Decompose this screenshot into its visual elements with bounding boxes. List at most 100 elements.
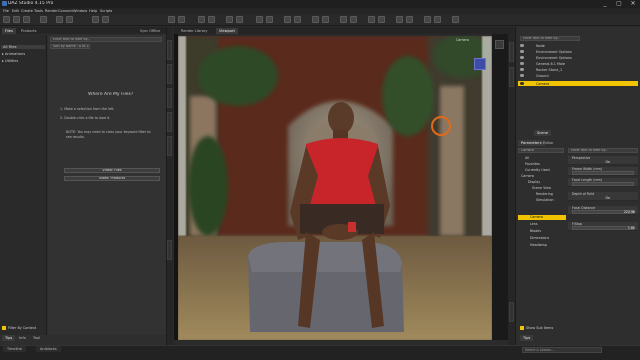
- side-tab-2[interactable]: [167, 64, 172, 84]
- eye-icon[interactable]: [520, 44, 524, 47]
- render-settings-icon[interactable]: [92, 16, 99, 23]
- bone-tool-icon[interactable]: [424, 16, 431, 23]
- group-currently-used[interactable]: Currently Used: [518, 168, 566, 173]
- group-camera[interactable]: Camera: [518, 215, 566, 220]
- tab-tips-right[interactable]: Tips: [520, 335, 534, 341]
- prop-focal-length[interactable]: Focal Length (mm): [568, 178, 638, 187]
- menu-help[interactable]: Help: [89, 9, 97, 13]
- files-search-input[interactable]: Enter text to filter by...: [50, 37, 162, 42]
- tab-viewport[interactable]: Viewport: [216, 28, 238, 34]
- pose-tool-icon[interactable]: [350, 16, 357, 23]
- group-camera-root[interactable]: Camera: [518, 174, 566, 179]
- prop-slider[interactable]: [572, 171, 634, 175]
- geometry-editor-icon[interactable]: [266, 16, 273, 23]
- group-scene-view[interactable]: Scene View: [518, 186, 566, 191]
- scene-row[interactable]: Genesis 8.1 Male: [518, 61, 638, 66]
- snap-tool-icon[interactable]: [452, 16, 459, 23]
- side-tab-3[interactable]: [167, 88, 172, 108]
- eye-icon[interactable]: [520, 62, 524, 65]
- null-tool-icon[interactable]: [396, 16, 403, 23]
- spot-tool-icon[interactable]: [434, 16, 441, 23]
- side-tab-4[interactable]: [167, 112, 172, 132]
- joint-editor-icon[interactable]: [284, 16, 291, 23]
- group-lens[interactable]: Lens: [518, 222, 566, 227]
- prop-fstop[interactable]: F/Stop 1.60: [568, 222, 638, 231]
- render-icon[interactable]: [102, 16, 109, 23]
- tab-aniblocks[interactable]: Aniblocks: [36, 346, 61, 352]
- light-tool-icon[interactable]: [378, 16, 385, 23]
- eye-icon[interactable]: [520, 68, 524, 71]
- prop-slider[interactable]: [572, 182, 634, 186]
- group-all[interactable]: All: [518, 156, 566, 161]
- tab-tips[interactable]: Tips: [2, 335, 16, 341]
- menu-render[interactable]: Render: [45, 9, 58, 13]
- tab-tool[interactable]: Tool: [30, 335, 43, 341]
- tab-files[interactable]: Files: [2, 28, 16, 34]
- viewport-camera-label[interactable]: Camera: [456, 38, 469, 42]
- sync-offline-button[interactable]: Sync Offline: [140, 29, 160, 33]
- region-nav-icon[interactable]: [312, 16, 319, 23]
- scene-row[interactable]: Node: [518, 43, 638, 48]
- node-select-icon[interactable]: [322, 16, 329, 23]
- scene-row[interactable]: Environment Options: [518, 49, 638, 54]
- scale-tool-icon[interactable]: [226, 16, 233, 23]
- video-files-button[interactable]: Video: Files: [64, 168, 160, 173]
- translate-tool-icon[interactable]: [236, 16, 243, 23]
- video-products-button[interactable]: Video: Products: [64, 176, 160, 181]
- minimize-button[interactable]: _: [598, 0, 612, 8]
- eye-icon[interactable]: [520, 82, 524, 85]
- lesson-select[interactable]: Select a Lesson...: [522, 347, 602, 353]
- group-dimensions[interactable]: Dimensions: [518, 236, 566, 241]
- group-simulation[interactable]: Simulation: [518, 198, 566, 203]
- spot-render-icon[interactable]: [294, 16, 301, 23]
- close-button[interactable]: ✕: [626, 0, 640, 8]
- scene-row[interactable]: Environment Options: [518, 55, 638, 60]
- tab-render-library[interactable]: Render Library: [178, 28, 211, 34]
- tree-item-utilities[interactable]: ▸ Utilities: [2, 59, 18, 63]
- scene-search-input[interactable]: Enter text to filter by...: [520, 36, 580, 41]
- scene-viewport[interactable]: Camera: [178, 36, 492, 340]
- universal-tool-icon[interactable]: [178, 16, 185, 23]
- measure-tool-icon[interactable]: [406, 16, 413, 23]
- menu-edit[interactable]: Edit: [12, 9, 19, 13]
- menu-tools[interactable]: Tools: [34, 9, 43, 13]
- menu-window[interactable]: Window: [73, 9, 87, 13]
- prop-frame-width[interactable]: Frame Width (mm): [568, 167, 638, 176]
- tab-products[interactable]: Products: [18, 28, 40, 34]
- open-icon[interactable]: [13, 16, 20, 23]
- prop-focal-distance[interactable]: Focal Distance 224.98: [568, 206, 638, 215]
- side-tab-1[interactable]: [167, 40, 172, 60]
- prop-perspective[interactable]: Perspective On: [568, 156, 638, 165]
- group-blades[interactable]: Blades: [518, 229, 566, 234]
- camera-tool-icon[interactable]: [368, 16, 375, 23]
- menu-file[interactable]: File: [3, 9, 9, 13]
- tab-timeline[interactable]: Timeline: [3, 346, 26, 352]
- node-weight-tool-icon[interactable]: [198, 16, 205, 23]
- rotate-tool-icon[interactable]: [208, 16, 215, 23]
- save-icon[interactable]: [40, 16, 47, 23]
- sort-select[interactable]: Sort by Name : A to Z: [50, 44, 90, 49]
- menu-scripts[interactable]: Scripts: [100, 9, 112, 13]
- menu-create[interactable]: Create: [21, 9, 33, 13]
- view-cube-icon[interactable]: [495, 40, 504, 49]
- menu-connect[interactable]: Connect: [58, 9, 73, 13]
- surface-tool-icon[interactable]: [256, 16, 263, 23]
- tree-item-all-files[interactable]: All Files: [1, 45, 45, 49]
- new-scene-icon[interactable]: [3, 16, 10, 23]
- right-side-tab-3[interactable]: [509, 302, 514, 322]
- params-node-select[interactable]: Camera: [518, 148, 564, 153]
- transform-tool-icon[interactable]: [168, 16, 175, 23]
- eye-icon[interactable]: [520, 56, 524, 59]
- scene-row[interactable]: Ground: [518, 73, 638, 78]
- group-headlamp[interactable]: Headlamp: [518, 243, 566, 248]
- side-tab-5[interactable]: [167, 136, 172, 156]
- maximize-button[interactable]: ▢: [612, 0, 626, 8]
- active-pose-icon[interactable]: [340, 16, 347, 23]
- tree-item-animations[interactable]: ▸ Animations: [2, 52, 25, 56]
- eye-icon[interactable]: [520, 74, 524, 77]
- group-favorites[interactable]: Favorites: [518, 162, 566, 167]
- tab-scene[interactable]: Scene: [534, 130, 551, 136]
- prop-depth-of-field[interactable]: Depth of Field On: [568, 192, 638, 201]
- side-tab-6[interactable]: [167, 240, 172, 260]
- params-search-input[interactable]: Enter text to filter by...: [568, 148, 638, 153]
